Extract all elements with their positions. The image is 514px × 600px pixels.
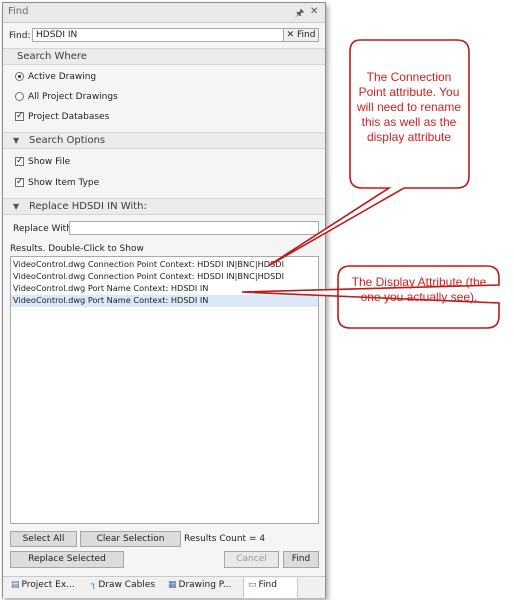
connection-point-callout-text: The Connection Point attribute. You will… — [356, 70, 462, 144]
display-attribute-callout-text: The Display Attribute (the one you actua… — [351, 275, 487, 304]
